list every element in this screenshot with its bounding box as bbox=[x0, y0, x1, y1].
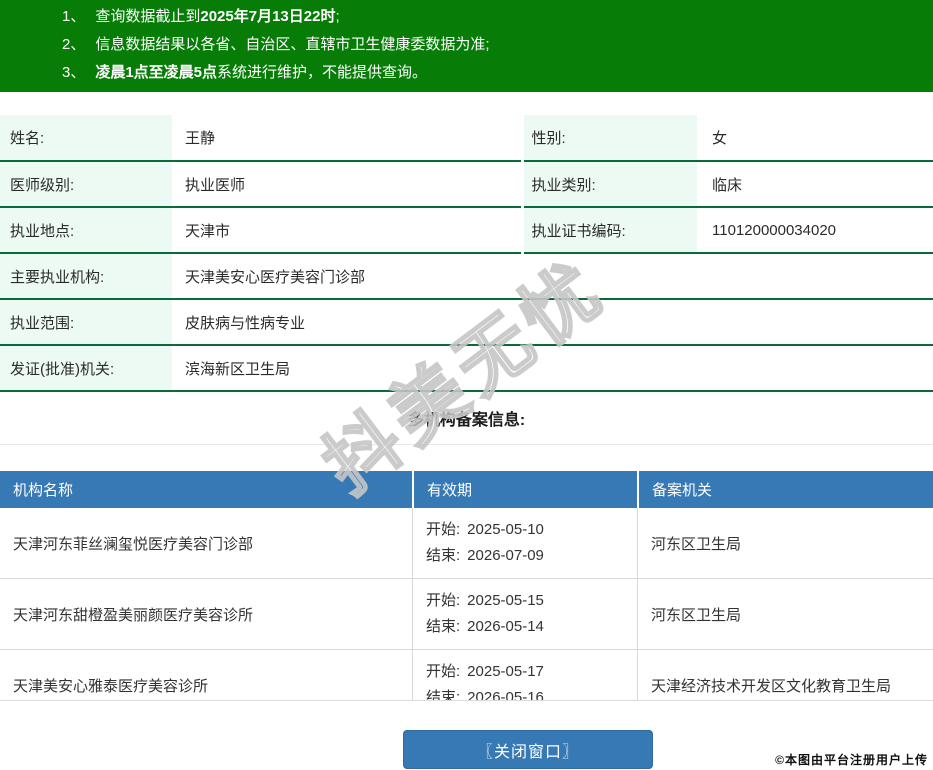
notice-text: 系统进行维护，不能提供查询。 bbox=[217, 64, 427, 81]
field-value-location: 天津市 bbox=[172, 207, 522, 253]
notice-text-bold: 凌晨1点至凌晨5点 bbox=[95, 64, 217, 81]
close-window-button[interactable]: 〖关闭窗口〗 bbox=[403, 730, 653, 769]
table-row: 发证(批准)机关: 滨海新区卫生局 bbox=[0, 345, 933, 391]
table-row: 医师级别: 执业医师 执业类别: 临床 bbox=[0, 161, 933, 207]
period-start-line: 开始: 2025-05-15 bbox=[426, 588, 629, 614]
record-org: 天津河东甜橙盈美丽颜医疗美容诊所 bbox=[0, 578, 412, 649]
notice-line-1: 1、查询数据截止到2025年7月13日22时; bbox=[62, 3, 923, 31]
notice-number: 2、 bbox=[62, 36, 85, 53]
notice-text: 查询数据截止到 bbox=[95, 8, 200, 25]
record-period: 开始: 2025-05-15 结束: 2026-05-14 bbox=[412, 578, 637, 649]
field-label-gender: 性别: bbox=[522, 115, 697, 161]
field-label-issuer: 发证(批准)机关: bbox=[0, 345, 172, 391]
field-value-category: 临床 bbox=[697, 161, 933, 207]
end-label: 结束: bbox=[426, 547, 460, 564]
table-row: 天津河东菲丝澜玺悦医疗美容门诊部 开始: 2025-05-10 结束: 2026-0… bbox=[0, 508, 933, 578]
period-end-line: 结束: 2026-07-09 bbox=[426, 543, 629, 569]
notice-line-3: 3、凌晨1点至凌晨5点系统进行维护，不能提供查询。 bbox=[62, 59, 923, 87]
table-row: 天津美安心雅泰医疗美容诊所 开始: 2025-05-17 结束: 2026-05-1… bbox=[0, 649, 933, 701]
field-label-scope: 执业范围: bbox=[0, 299, 172, 345]
notice-number: 3、 bbox=[62, 64, 85, 81]
end-date: 2026-05-16 bbox=[467, 689, 544, 701]
field-label-name: 姓名: bbox=[0, 115, 172, 161]
end-date: 2026-07-09 bbox=[467, 547, 544, 564]
field-label-location: 执业地点: bbox=[0, 207, 172, 253]
record-authority: 天津经济技术开发区文化教育卫生局 bbox=[637, 649, 933, 701]
period-end-line: 结束: 2026-05-14 bbox=[426, 614, 629, 640]
record-authority: 河东区卫生局 bbox=[637, 578, 933, 649]
start-date: 2025-05-10 bbox=[467, 521, 544, 538]
field-value-scope: 皮肤病与性病专业 bbox=[172, 299, 933, 345]
table-row: 姓名: 王静 性别: 女 bbox=[0, 115, 933, 161]
field-value-gender: 女 bbox=[697, 115, 933, 161]
end-label: 结束: bbox=[426, 689, 460, 701]
field-value-main-org: 天津美安心医疗美容门诊部 bbox=[172, 253, 933, 299]
field-label-main-org: 主要执业机构: bbox=[0, 253, 172, 299]
column-header-authority: 备案机关 bbox=[637, 471, 933, 508]
multi-org-section-title: 多机构备案信息: bbox=[0, 392, 933, 445]
column-header-org: 机构名称 bbox=[0, 471, 412, 508]
record-period: 开始: 2025-05-17 结束: 2026-05-16 bbox=[412, 649, 637, 701]
period-end-line: 结束: 2026-05-16 bbox=[426, 685, 629, 701]
records-header-row: 机构名称 有效期 备案机关 bbox=[0, 471, 933, 508]
period-start-line: 开始: 2025-05-17 bbox=[426, 659, 629, 685]
column-header-period: 有效期 bbox=[412, 471, 637, 508]
record-authority: 河东区卫生局 bbox=[637, 508, 933, 578]
notice-text-bold: 2025年7月13日22时 bbox=[200, 8, 335, 25]
table-row: 执业地点: 天津市 执业证书编码: 110120000034020 bbox=[0, 207, 933, 253]
record-period: 开始: 2025-05-10 结束: 2026-07-09 bbox=[412, 508, 637, 578]
end-date: 2026-05-14 bbox=[467, 618, 544, 635]
field-value-issuer: 滨海新区卫生局 bbox=[172, 345, 933, 391]
start-date: 2025-05-15 bbox=[467, 592, 544, 609]
field-label-category: 执业类别: bbox=[522, 161, 697, 207]
table-row: 天津河东甜橙盈美丽颜医疗美容诊所 开始: 2025-05-15 结束: 2026-0… bbox=[0, 578, 933, 649]
start-label: 开始: bbox=[426, 592, 460, 609]
notice-number: 1、 bbox=[62, 8, 85, 25]
table-row: 主要执业机构: 天津美安心医疗美容门诊部 bbox=[0, 253, 933, 299]
notice-text: ; bbox=[335, 8, 339, 25]
multi-org-records-table: 机构名称 有效期 备案机关 天津河东菲丝澜玺悦医疗美容门诊部 开始: 2025-0… bbox=[0, 471, 933, 701]
notice-text: 信息数据结果以各省、自治区、直辖市卫生健康委数据为准; bbox=[95, 36, 489, 53]
notice-line-2: 2、信息数据结果以各省、自治区、直辖市卫生健康委数据为准; bbox=[62, 31, 923, 59]
notice-banner: 1、查询数据截止到2025年7月13日22时; 2、信息数据结果以各省、自治区、… bbox=[0, 0, 933, 92]
field-label-level: 医师级别: bbox=[0, 161, 172, 207]
record-org: 天津美安心雅泰医疗美容诊所 bbox=[0, 649, 412, 701]
field-label-cert-number: 执业证书编码: bbox=[522, 207, 697, 253]
license-query-page: 1、查询数据截止到2025年7月13日22时; 2、信息数据结果以各省、自治区、… bbox=[0, 0, 933, 770]
records-table-viewport: 机构名称 有效期 备案机关 天津河东菲丝澜玺悦医疗美容门诊部 开始: 2025-0… bbox=[0, 471, 933, 701]
end-label: 结束: bbox=[426, 618, 460, 635]
start-label: 开始: bbox=[426, 521, 460, 538]
field-value-cert-number: 110120000034020 bbox=[697, 207, 933, 253]
start-date: 2025-05-17 bbox=[467, 663, 544, 680]
record-org: 天津河东菲丝澜玺悦医疗美容门诊部 bbox=[0, 508, 412, 578]
uploader-copyright-stamp: ©本图由平台注册用户上传 bbox=[775, 751, 928, 768]
field-value-name: 王静 bbox=[172, 115, 522, 161]
period-start-line: 开始: 2025-05-10 bbox=[426, 517, 629, 543]
physician-profile-table: 姓名: 王静 性别: 女 医师级别: 执业医师 执业类别: 临床 执业地点: 天… bbox=[0, 115, 933, 392]
start-label: 开始: bbox=[426, 663, 460, 680]
table-row: 执业范围: 皮肤病与性病专业 bbox=[0, 299, 933, 345]
field-value-level: 执业医师 bbox=[172, 161, 522, 207]
